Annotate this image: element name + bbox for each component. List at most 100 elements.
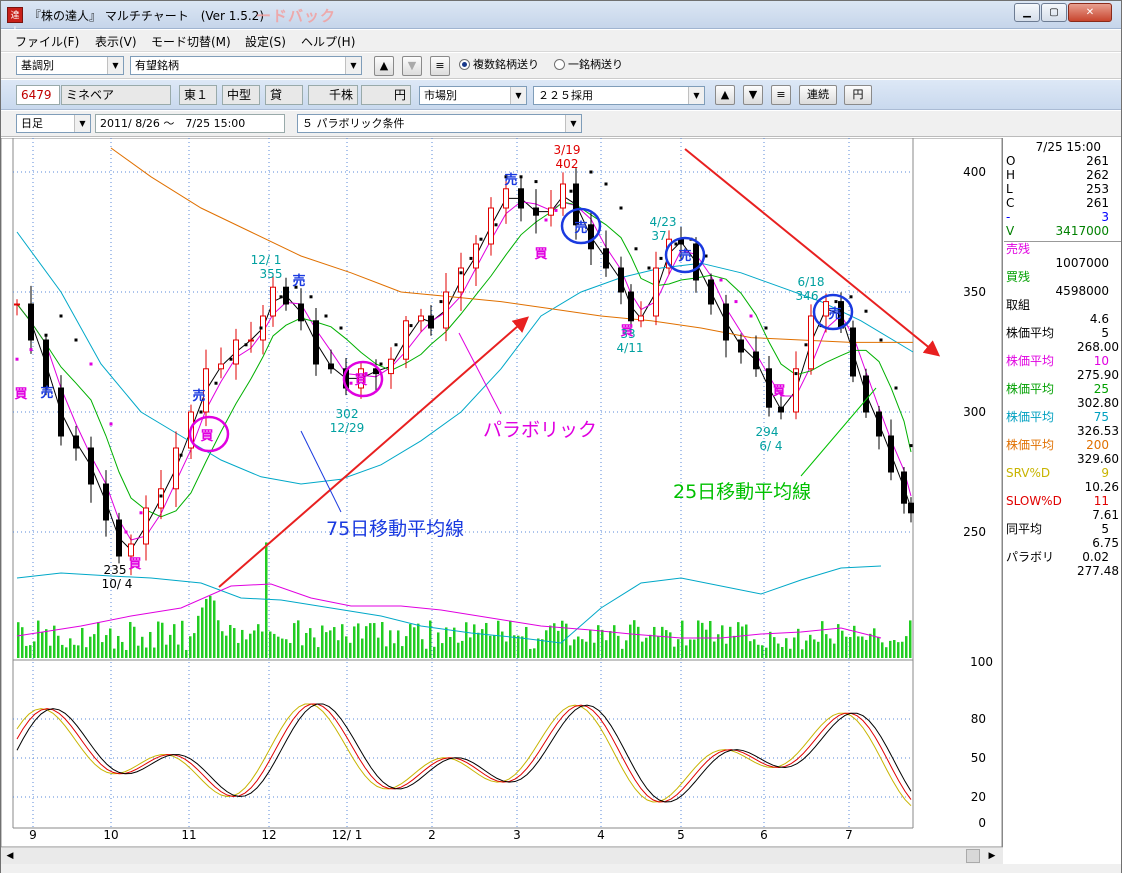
volume-bar [497,620,500,658]
lending-label: 貸 [265,85,303,105]
volume-bar [445,627,448,658]
indicator-value: 277.48 [1077,564,1119,578]
volume-bar [849,637,852,658]
menu-mode[interactable]: モード切替(M) [151,33,231,50]
ask-label: 売残 [1006,242,1031,256]
market-select[interactable]: 市場別 ▼ [419,86,527,105]
sell-marker: 売 [504,172,517,188]
list-select[interactable]: 有望銘柄 ▼ [130,56,362,75]
volume-bar [325,632,328,658]
volume-bar [833,643,836,658]
scroll-thumb[interactable] [966,849,980,863]
chart-area[interactable]: 400 350 300 250 100 80 50 20 0 9 10 11 12 12/ 1 2 3 4 5 6 7… [1,138,1003,864]
parabolic-dot [229,357,233,361]
volume-bar [629,624,632,658]
candle-body [313,320,319,365]
app-window: 達人 『株の達人』 マルチチャート (Ver 1.5.2) ードバック ▁ ▢ … [0,0,1122,873]
volume-bar [545,630,548,658]
candle-body [43,339,49,389]
maximize-button[interactable]: ▢ [1041,3,1067,22]
title-bar[interactable]: 達人 『株の達人』 マルチチャート (Ver 1.5.2) ードバック ▁ ▢ … [1,1,1121,37]
volume-bar [521,636,524,658]
yen-button[interactable]: 円 [844,85,872,105]
candle-body [901,471,907,504]
prev-button[interactable]: ▲ [715,85,735,105]
parabolic-dot [74,338,78,342]
chart-canvas[interactable]: 400 350 300 250 100 80 50 20 0 9 10 11 12 12/ 1 2 3 4 5 6 7… [1,138,1003,847]
volume-bar [569,645,572,658]
parabolic-dot [569,189,573,193]
volume-bar [417,623,420,658]
scroll-left-icon[interactable]: ◀ [3,849,17,863]
horizontal-scrollbar[interactable]: ◀ ▶ [1,847,1003,864]
minimize-button[interactable]: ▁ [1014,3,1040,22]
candle-body [503,188,509,209]
menu-file[interactable]: ファイル(F) [15,33,79,50]
size-label: 中型 [222,85,260,105]
menu-settings[interactable]: 設定(S) [245,33,286,50]
volume-bar [637,626,640,658]
ohlc-label: L [1006,182,1013,196]
period-select[interactable]: 日足 ▼ [16,114,91,133]
ohlc-label: O [1006,154,1016,168]
parabolic-dot [604,182,608,186]
radio-single[interactable]: 一銘柄送り [554,56,623,72]
scroll-right-icon[interactable]: ▶ [985,849,999,863]
indicator-param: 10 [1093,354,1109,368]
condition-select[interactable]: ５ パラボリック条件 ▼ [297,114,582,133]
volume-bar [177,644,180,658]
month-label: 9 [29,828,37,842]
candle-body [143,507,149,545]
volume-bar [197,615,200,658]
volume-bar [481,629,484,658]
ratio-value: 4.6 [1089,312,1109,326]
ohlc-label: V [1006,224,1015,238]
menu-bar: ファイル(F) 表示(V) モード切替(M) 設定(S) ヘルプ(H) [1,30,1121,52]
indicator-param: 200 [1086,438,1109,452]
sell-marker: 売 [574,220,587,236]
volume-bar [285,639,288,658]
volume-bar [97,622,100,658]
next-button[interactable]: ▼ [743,85,763,105]
volume-bar [821,621,824,658]
candle-body [548,207,554,216]
index-select[interactable]: ２２５採用 ▼ [533,86,705,105]
volume-bar [765,647,768,658]
list-menu-button-2[interactable]: ≡ [771,85,791,105]
indicator-value-row: 275.90 [1004,368,1121,382]
volume-bar [517,635,520,658]
menu-help[interactable]: ヘルプ(H) [301,33,355,50]
indicator-value-row: 268.00 [1004,340,1121,354]
stock-code[interactable]: 6479 [16,85,60,105]
close-button[interactable]: ✕ [1068,3,1112,22]
volume-bar [817,641,820,658]
price-point-label: 37 [651,229,666,243]
continuous-button[interactable]: 連続 [799,85,837,105]
list-menu-button[interactable]: ≡ [430,56,450,76]
candle-body [28,303,34,341]
candle-body [14,303,20,306]
next-stock-button[interactable]: ▼ [402,56,422,76]
volume-bar [69,638,72,658]
menu-view[interactable]: 表示(V) [95,33,137,50]
parabolic-dot [394,343,398,347]
volume-bar [217,620,220,658]
volume-bar [353,626,356,658]
volume-bar [149,631,152,658]
ask-value: 1007000 [1055,256,1109,270]
parabolic-dot [15,357,19,361]
candle-body [888,435,894,473]
candle-body [638,315,644,322]
volume-bar [649,634,652,658]
volume-bar [345,636,348,658]
candle-body [603,248,609,269]
volume-bar [841,630,844,658]
unit-label: 千株 [308,85,358,105]
volume-bar [425,648,428,658]
volume-bar [725,643,728,658]
category-select[interactable]: 基調別 ▼ [16,56,124,75]
radio-multi[interactable]: 複数銘柄送り [459,56,539,72]
prev-stock-button[interactable]: ▲ [374,56,394,76]
price-point-label: 4/11 [617,341,644,355]
volume-bar [309,628,312,658]
